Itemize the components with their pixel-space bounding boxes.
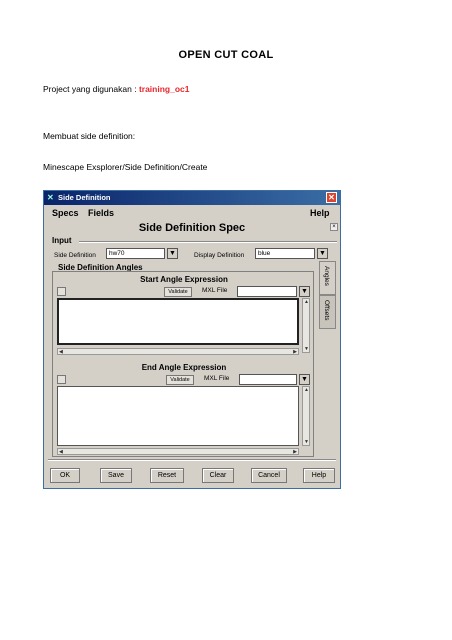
buttons-divider <box>48 459 336 461</box>
input-divider <box>79 241 337 243</box>
detach-icon[interactable]: × <box>330 223 338 231</box>
input-section-label: Input <box>52 236 72 245</box>
clear-button[interactable]: Clear <box>202 468 234 483</box>
end-vertical-scrollbar[interactable]: ▲ ▼ <box>302 386 310 446</box>
scroll-up-icon[interactable]: ▲ <box>304 387 309 393</box>
start-mxl-field[interactable] <box>237 286 297 297</box>
project-label: Project yang digunakan : <box>43 84 139 94</box>
display-definition-dropdown[interactable]: ▼ <box>317 248 328 259</box>
scroll-down-icon[interactable]: ▼ <box>304 346 309 352</box>
help-button[interactable]: Help <box>303 468 335 483</box>
end-horizontal-scrollbar[interactable]: ◀ ▶ <box>57 448 299 455</box>
window-titlebar[interactable]: ✕ Side Definition ✕ <box>44 191 340 205</box>
side-definition-field[interactable]: hw70 <box>106 248 165 259</box>
display-definition-field[interactable]: blue <box>255 248 315 259</box>
scroll-up-icon[interactable]: ▲ <box>304 299 309 305</box>
project-line: Project yang digunakan : training_oc1 <box>43 84 189 94</box>
start-angle-title: Start Angle Expression <box>140 275 228 284</box>
start-horizontal-scrollbar[interactable]: ◀ ▶ <box>57 348 299 355</box>
end-mxl-field[interactable] <box>239 374 297 385</box>
cancel-button[interactable]: Cancel <box>251 468 287 483</box>
reset-button[interactable]: Reset <box>150 468 184 483</box>
end-angle-textarea[interactable] <box>57 386 299 446</box>
start-angle-textarea[interactable] <box>57 298 299 345</box>
end-expand-toggle[interactable] <box>57 375 66 384</box>
start-mxl-label: MXL File <box>202 287 228 294</box>
end-validate-button[interactable]: Validate <box>166 375 194 385</box>
menu-help[interactable]: Help <box>310 208 330 218</box>
display-definition-label: Display Definition <box>194 252 245 259</box>
scroll-right-icon[interactable]: ▶ <box>293 449 297 455</box>
menu-specs[interactable]: Specs <box>52 208 79 218</box>
app-icon: ✕ <box>47 193 54 202</box>
tab-offsets[interactable]: Offsets <box>319 295 336 329</box>
scroll-right-icon[interactable]: ▶ <box>293 349 297 355</box>
tab-angles[interactable]: Angles <box>319 261 336 295</box>
side-definition-dropdown[interactable]: ▼ <box>167 248 178 259</box>
ok-button[interactable]: OK <box>50 468 80 483</box>
tab-angles-label: Angles <box>323 266 330 286</box>
end-mxl-label: MXL File <box>204 375 230 382</box>
scroll-left-icon[interactable]: ◀ <box>59 449 63 455</box>
instruction-text: Membuat side definition: <box>43 131 136 141</box>
start-vertical-scrollbar[interactable]: ▲ ▼ <box>302 298 310 353</box>
end-angle-title: End Angle Expression <box>141 363 227 372</box>
start-validate-button[interactable]: Validate <box>164 287 192 297</box>
spec-title: Side Definition Spec <box>138 222 246 234</box>
start-expand-toggle[interactable] <box>57 287 66 296</box>
save-button[interactable]: Save <box>100 468 132 483</box>
scroll-down-icon[interactable]: ▼ <box>304 439 309 445</box>
scroll-left-icon[interactable]: ◀ <box>59 349 63 355</box>
end-mxl-dropdown[interactable]: ▼ <box>299 374 310 385</box>
menu-path-text: Minescape Exsplorer/Side Definition/Crea… <box>43 162 208 172</box>
start-mxl-dropdown[interactable]: ▼ <box>299 286 310 297</box>
side-definition-label: Side Definition <box>54 252 96 259</box>
document-title: OPEN CUT COAL <box>178 49 274 61</box>
side-definition-window: ✕ Side Definition ✕ Specs Fields Help Si… <box>43 190 341 489</box>
menu-bar: Specs Fields Help <box>44 206 340 220</box>
window-title: Side Definition <box>58 193 111 202</box>
project-name: training_oc1 <box>138 84 190 94</box>
menu-fields[interactable]: Fields <box>88 208 114 218</box>
tab-offsets-label: Offsets <box>323 300 330 321</box>
close-button[interactable]: ✕ <box>326 192 337 203</box>
